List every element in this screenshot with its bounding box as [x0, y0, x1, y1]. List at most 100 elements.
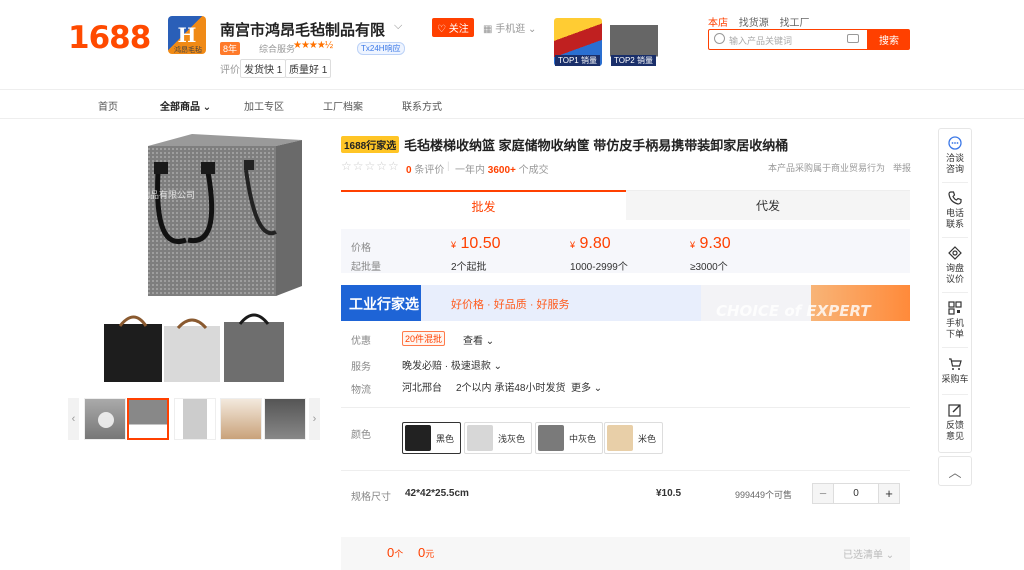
- review-stars: ☆☆☆☆☆: [341, 159, 400, 173]
- chevron-left-icon: ‹: [71, 413, 76, 425]
- response-badge: Tx24H响应: [357, 42, 405, 55]
- link-this-shop[interactable]: 本店: [708, 18, 728, 29]
- nav-all-products[interactable]: 全部商品 ⌄: [160, 98, 211, 113]
- origin: 河北邢台: [402, 383, 442, 394]
- feedback-button[interactable]: 反馈 意见: [938, 395, 972, 449]
- tier-moq: 1000-2999个: [570, 262, 628, 273]
- nav-processing[interactable]: 加工专区: [244, 98, 284, 113]
- product-title: 毛毡楼梯收纳篮 家庭储物收纳筐 带仿皮手柄易携带装卸家居收纳桶: [404, 138, 789, 153]
- color-swatch: [538, 425, 564, 451]
- play-icon: [98, 412, 114, 428]
- thumb-image[interactable]: [220, 398, 262, 440]
- service-value[interactable]: 晚发必赔 · 极速退款 ⌄: [402, 357, 502, 372]
- logistics-label: 物流: [351, 385, 371, 396]
- image-watermark: 南宫市鸿昂毛毡制品有限公司: [78, 190, 196, 200]
- promo-label: TOP1 销量: [555, 55, 600, 66]
- thumb-video[interactable]: [84, 398, 126, 440]
- color-option-beige[interactable]: 米色: [604, 422, 664, 454]
- camera-icon[interactable]: [847, 34, 859, 43]
- decrement-button[interactable]: −: [813, 484, 833, 503]
- divider: [341, 407, 910, 408]
- quantity-input[interactable]: 0: [833, 484, 879, 503]
- feedback-icon: [948, 403, 961, 417]
- back-to-top-button[interactable]: ︿: [938, 456, 972, 486]
- eval-tag[interactable]: 发货快 1: [240, 59, 287, 78]
- shipping-more[interactable]: 更多 ⌄: [571, 379, 602, 394]
- shop-name[interactable]: 南宫市鸿昂毛毡制品有限: [220, 19, 385, 40]
- tier-price: ¥ 10.50: [451, 235, 501, 252]
- nav-home[interactable]: 首页: [98, 98, 118, 113]
- rating-label: 综合服务: [259, 44, 296, 54]
- discount-label: 优惠: [351, 336, 371, 347]
- search-placeholder: 输入产品关键词: [729, 36, 793, 46]
- trade-note: 本产品采购属于商业贸易行为: [768, 163, 886, 173]
- chevron-down-icon[interactable]: ⌵: [394, 20, 402, 33]
- qrcode-icon: ▦: [483, 24, 493, 35]
- discount-badge: 20件混批: [402, 331, 446, 346]
- main-product-image[interactable]: [96, 132, 306, 307]
- site-logo[interactable]: 1688: [68, 20, 151, 56]
- top-links: 本店 找货源 找工厂: [708, 14, 818, 29]
- link-find-factory[interactable]: 找工厂: [780, 18, 810, 29]
- search-button[interactable]: 搜索: [868, 29, 910, 50]
- moq-label: 起批量: [351, 262, 381, 273]
- separator: |: [447, 161, 450, 172]
- heart-icon: ♡: [437, 24, 446, 35]
- nav-contact[interactable]: 联系方式: [402, 98, 442, 113]
- prev-thumb-button[interactable]: ‹: [68, 398, 79, 440]
- sales-count: 一年内 3600+ 个成交: [455, 165, 549, 176]
- divider: [0, 118, 1024, 119]
- banner-slogan: 好价格 · 好品质 · 好服务: [451, 299, 570, 311]
- phone-icon: [948, 190, 962, 205]
- tab-wholesale[interactable]: 批发: [341, 190, 626, 220]
- selected-amount: 0元: [418, 545, 435, 560]
- year-badge: 8年: [220, 42, 241, 55]
- spec-stock: 999449个可售: [735, 490, 793, 500]
- chevron-up-icon: ︿: [948, 464, 962, 480]
- selected-count: 0个: [387, 545, 404, 560]
- report-link[interactable]: 举报: [893, 161, 911, 174]
- color-label: 颜色: [351, 430, 371, 441]
- color-swatch: [607, 425, 633, 451]
- qrcode-icon: [948, 300, 962, 315]
- inquiry-button[interactable]: 询盘 议价: [938, 238, 972, 292]
- color-variants-image: [104, 313, 284, 382]
- banner-title: 工业行家选: [349, 296, 419, 312]
- nav-factory[interactable]: 工厂档案: [323, 98, 363, 113]
- banner-english: CHOICE of EXPERT: [716, 302, 871, 320]
- tab-dropship[interactable]: 代发: [626, 190, 910, 220]
- promo-label: TOP2 销量: [611, 55, 656, 66]
- discount-view-link[interactable]: 查看 ⌄: [463, 332, 494, 347]
- review-count[interactable]: 0 条评价: [406, 161, 444, 176]
- color-swatch: [405, 425, 431, 451]
- rating-stars: ★★★★½: [293, 40, 333, 51]
- shop-logo-text: 鸿昂毛毡: [174, 47, 202, 54]
- spec-price: ¥10.5: [656, 488, 682, 499]
- spec-label: 规格尺寸: [351, 492, 391, 503]
- follow-button[interactable]: ♡ 关注: [432, 18, 474, 37]
- color-option-black[interactable]: 黑色: [402, 422, 462, 454]
- phone-button[interactable]: 电话 联系: [938, 183, 972, 237]
- cart-button[interactable]: 采购车: [938, 348, 972, 393]
- thumb-image[interactable]: [127, 398, 169, 440]
- thumb-image[interactable]: [264, 398, 306, 440]
- tier-price: ¥ 9.80: [570, 235, 611, 252]
- shipping-info: 2个以内 承诺48小时发货: [456, 383, 566, 394]
- next-thumb-button[interactable]: ›: [309, 398, 320, 440]
- tier-moq: ≥3000个: [690, 262, 728, 273]
- eval-label: 评价: [220, 65, 240, 76]
- color-option-mid-gray[interactable]: 中灰色: [535, 422, 604, 454]
- color-option-light-gray[interactable]: 浅灰色: [464, 422, 533, 454]
- link-find-goods[interactable]: 找货源: [739, 18, 769, 29]
- mobile-browse-button[interactable]: ▦ 手机逛 ⌄: [483, 20, 536, 35]
- chevron-right-icon: ›: [312, 413, 317, 425]
- quantity-stepper[interactable]: − 0 +: [812, 483, 900, 504]
- eval-tag[interactable]: 质量好 1: [285, 59, 332, 78]
- divider: [0, 89, 1024, 90]
- selected-list-toggle[interactable]: 已选清单 ⌄: [843, 546, 894, 561]
- tier-moq: 2个起批: [451, 262, 487, 273]
- mobile-order-button[interactable]: 手机 下单: [938, 293, 972, 347]
- increment-button[interactable]: +: [879, 484, 899, 503]
- thumb-image[interactable]: [174, 398, 216, 440]
- consult-button[interactable]: 洽谈 咨询: [938, 128, 972, 182]
